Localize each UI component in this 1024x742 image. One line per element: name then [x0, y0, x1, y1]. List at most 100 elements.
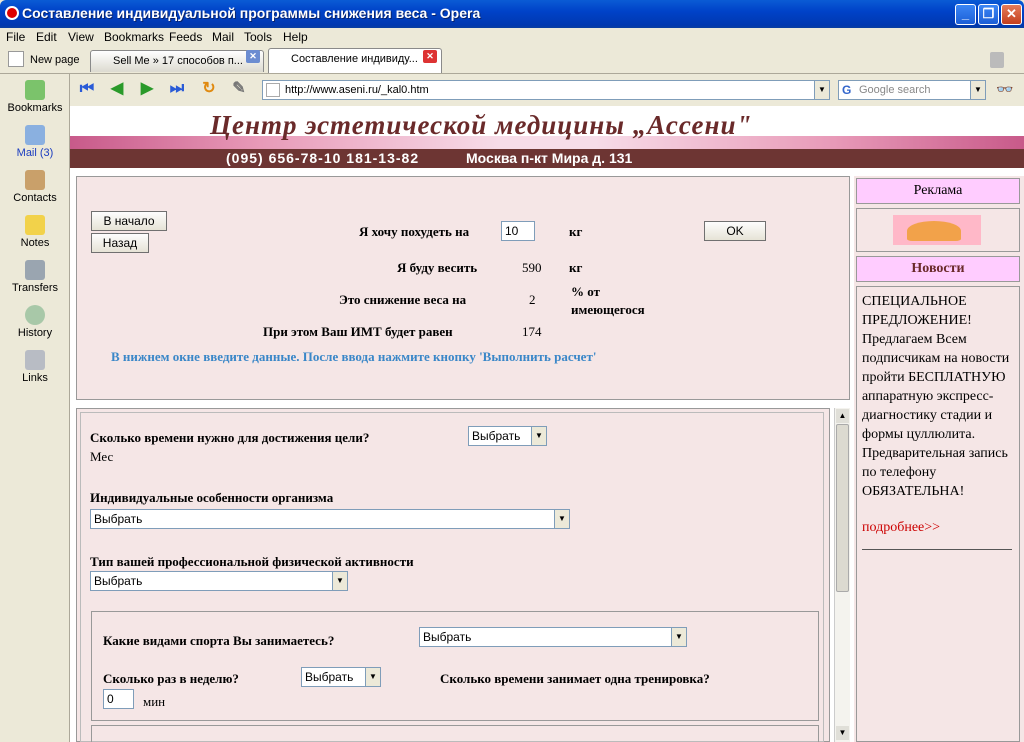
panel-history[interactable]: History	[0, 305, 70, 339]
tab-label: Составление индивиду...	[291, 53, 418, 65]
url-dropdown-icon[interactable]: ▼	[814, 81, 829, 99]
reduction-unit: % от имеющегося	[571, 284, 645, 317]
bmi-label: При этом Ваш ИМТ будет равен	[263, 324, 453, 339]
url-text: http://www.aseni.ru/_kal0.htm	[285, 84, 429, 96]
panel-links[interactable]: Links	[0, 350, 70, 384]
panel-transfers[interactable]: Transfers	[0, 260, 70, 294]
opera-icon	[5, 6, 19, 20]
forward-icon[interactable]: ▶	[136, 79, 158, 99]
sports-select[interactable]: Выбрать ▼	[419, 627, 687, 647]
search-dropdown-icon[interactable]: ▼	[970, 81, 985, 99]
title-bar: Составление индивидуальной программы сни…	[0, 0, 1024, 28]
chevron-down-icon: ▼	[531, 427, 546, 445]
want-lose-label: Я хочу похудеть на	[359, 224, 470, 239]
panel-mail[interactable]: Mail (3)	[0, 125, 70, 159]
links-icon	[25, 350, 45, 370]
tab-close-icon[interactable]: ✕	[423, 50, 437, 63]
tab-weight-program[interactable]: Составление индивиду...	[268, 48, 442, 73]
address-bar[interactable]: http://www.aseni.ru/_kal0.htm ▼	[262, 80, 830, 100]
unit-kg: кг	[569, 224, 583, 239]
more-link[interactable]: подробнее>>	[862, 520, 940, 536]
instructions-hint: В нижнем окне введите данные. После ввод…	[111, 349, 597, 364]
mail-icon	[25, 125, 45, 145]
chevron-down-icon: ▼	[365, 668, 380, 686]
fast-forward-icon[interactable]: ⏭	[166, 79, 188, 99]
menu-bookmarks[interactable]: Bookmarks	[104, 30, 164, 44]
features-label: Индивидуальные особенности организма	[90, 490, 334, 505]
ad-banner[interactable]	[856, 208, 1020, 252]
header-address: Москва п-кт Мира д. 131	[466, 150, 633, 166]
scroll-up-icon[interactable]: ▲	[836, 409, 849, 423]
menu-view[interactable]: View	[68, 30, 94, 44]
menu-feeds[interactable]: Feeds	[169, 30, 202, 44]
reduction-label: Это снижение веса на	[339, 292, 467, 307]
window-title: Составление индивидуальной программы сни…	[22, 5, 481, 21]
back-button[interactable]: Назад	[91, 233, 149, 253]
tab-bar: New page Sell Me » 17 способов п... ✕ Со…	[0, 46, 1024, 74]
activity-label: Тип вашей профессиональной физической ак…	[90, 554, 414, 569]
header-phones: (095) 656-78-10 181-13-82	[226, 150, 420, 166]
menu-edit[interactable]: Edit	[36, 30, 57, 44]
per-week-label: Сколько раз в неделю?	[103, 671, 239, 686]
page-content: Центр эстетической медицины „Ассени" (09…	[70, 106, 1024, 742]
time-unit: Мес	[90, 449, 114, 464]
panel-contacts[interactable]: Contacts	[0, 170, 70, 204]
reduction-value: 2	[529, 292, 536, 307]
frame-scrollbar[interactable]: ▲ ▼	[834, 408, 850, 742]
site-header: Центр эстетической медицины „Ассени" (09…	[70, 106, 1024, 168]
chevron-down-icon: ▼	[332, 572, 347, 590]
navigation-bar: ⏮ ◀ ▶ ⏭ ↻ ✎ http://www.aseni.ru/_kal0.ht…	[70, 74, 1024, 106]
divider	[862, 549, 1012, 550]
ok-button[interactable]: OK	[704, 221, 766, 241]
rewind-icon[interactable]: ⏮	[76, 79, 98, 99]
start-button[interactable]: В начало	[91, 211, 167, 231]
site-title: Центр эстетической медицины „Ассени"	[210, 110, 753, 140]
will-weigh-value: 590	[522, 260, 542, 275]
scroll-down-icon[interactable]: ▼	[836, 726, 849, 740]
trash-icon[interactable]	[990, 52, 1004, 68]
per-week-select[interactable]: Выбрать ▼	[301, 667, 381, 687]
next-box	[91, 725, 819, 742]
time-select[interactable]: Выбрать ▼	[468, 426, 547, 446]
tab-close-icon[interactable]: ✕	[246, 50, 260, 63]
page-icon	[266, 83, 280, 97]
will-weigh-label: Я буду весить	[397, 260, 478, 275]
transfers-icon	[25, 260, 45, 280]
edit-icon[interactable]: ✎	[228, 79, 250, 99]
maximize-button[interactable]: ❐	[978, 4, 999, 25]
zoom-glasses-icon[interactable]: 👓	[994, 79, 1016, 99]
scroll-thumb[interactable]	[836, 424, 849, 592]
ads-header: Реклама	[856, 178, 1020, 204]
news-header: Новости	[856, 256, 1020, 282]
search-input[interactable]: G Google search ▼	[838, 80, 986, 100]
bmi-value: 174	[522, 324, 542, 339]
menu-help[interactable]: Help	[283, 30, 308, 44]
activity-select[interactable]: Выбрать ▼	[90, 571, 348, 591]
menu-file[interactable]: File	[6, 30, 25, 44]
right-column: Реклама Новости СПЕЦИАЛЬНОЕ ПРЕДЛОЖЕНИЕ!…	[854, 176, 1024, 742]
panel-notes[interactable]: Notes	[0, 215, 70, 249]
close-button[interactable]: ✕	[1001, 4, 1022, 25]
hedgehog-icon	[907, 221, 961, 241]
want-lose-input[interactable]: 10	[501, 221, 535, 241]
back-icon[interactable]: ◀	[106, 79, 128, 99]
bookmarks-icon	[25, 80, 45, 100]
duration-input[interactable]: 0	[103, 689, 134, 709]
contacts-icon	[25, 170, 45, 190]
tab-label: Sell Me » 17 способов п...	[113, 55, 243, 67]
tab-sell-me[interactable]: Sell Me » 17 способов п...	[90, 50, 264, 72]
features-select[interactable]: Выбрать ▼	[90, 509, 570, 529]
new-page-button[interactable]: New page	[30, 54, 80, 66]
weight-goal-form: В начало Назад Я хочу похудеть на 10 кг …	[76, 176, 850, 400]
chevron-down-icon: ▼	[671, 628, 686, 646]
chevron-down-icon: ▼	[554, 510, 569, 528]
duration-label: Сколько времени занимает одна тренировка…	[440, 671, 710, 686]
side-panel: Bookmarks Mail (3) Contacts Notes Transf…	[0, 74, 70, 742]
calc-frame: Сколько времени нужно для достижения цел…	[76, 408, 830, 742]
panel-bookmarks[interactable]: Bookmarks	[0, 80, 70, 114]
minimize-button[interactable]: _	[955, 4, 976, 25]
google-icon: G	[842, 83, 852, 97]
reload-icon[interactable]: ↻	[198, 79, 220, 99]
menu-mail[interactable]: Mail	[212, 30, 234, 44]
menu-tools[interactable]: Tools	[244, 30, 272, 44]
